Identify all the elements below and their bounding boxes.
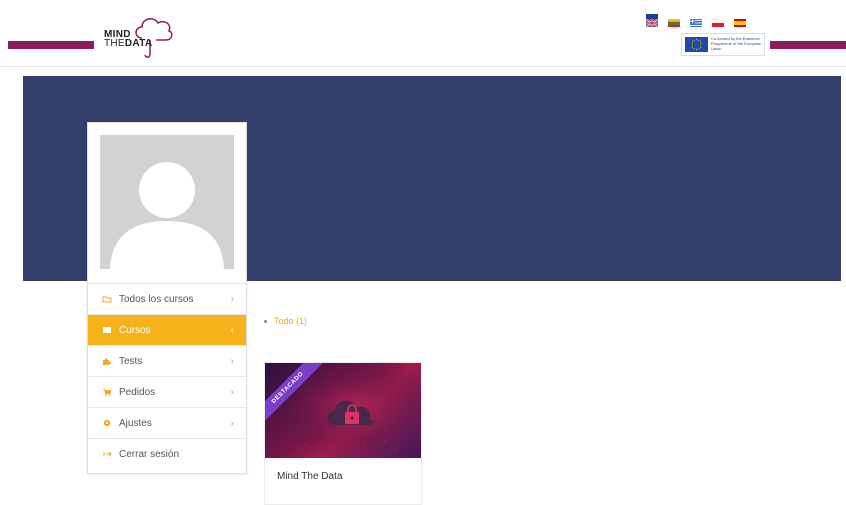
menu-item-label: Ajustes bbox=[119, 417, 152, 429]
header-accent-bar-left bbox=[8, 41, 94, 49]
chevron-right-icon: › bbox=[230, 294, 234, 305]
book-icon bbox=[102, 325, 112, 335]
eu-funding-text: Co-funded by the Erasmus+ Programme of t… bbox=[711, 36, 762, 51]
logo-text-data: DATA bbox=[124, 38, 153, 49]
flag-greece-icon[interactable] bbox=[690, 14, 702, 27]
menu-item-todos-los-cursos[interactable]: Todos los cursos › bbox=[88, 283, 246, 314]
eu-flag-icon bbox=[685, 37, 708, 52]
filter-all-link[interactable]: Todo (1) bbox=[274, 316, 307, 326]
logo-text-the: THE bbox=[104, 38, 125, 49]
menu-item-tests[interactable]: Tests › bbox=[88, 345, 246, 376]
course-filter: Todo (1) bbox=[264, 316, 307, 326]
profile-sidebar: Todos los cursos › Cursos ‹ Tests › Pedi… bbox=[87, 122, 247, 474]
chevron-left-icon: ‹ bbox=[230, 325, 234, 336]
folder-icon bbox=[102, 294, 112, 304]
language-flags bbox=[645, 14, 746, 28]
flag-spain-icon[interactable] bbox=[734, 14, 746, 27]
eu-funding-badge: Co-funded by the Erasmus+ Programme of t… bbox=[681, 33, 765, 56]
bullet-icon bbox=[264, 320, 267, 324]
flag-lithuania-icon[interactable] bbox=[668, 14, 680, 27]
profile-menu: Todos los cursos › Cursos ‹ Tests › Pedi… bbox=[88, 283, 246, 469]
course-title[interactable]: Mind The Data bbox=[277, 471, 342, 482]
menu-item-pedidos[interactable]: Pedidos › bbox=[88, 376, 246, 407]
course-thumbnail[interactable]: DESTACADO bbox=[265, 363, 421, 458]
course-card[interactable]: DESTACADO Mind The Data bbox=[264, 362, 422, 505]
flag-poland-icon[interactable] bbox=[712, 14, 724, 27]
menu-item-label: Todos los cursos bbox=[119, 293, 194, 305]
header-accent-bar-right bbox=[770, 41, 846, 49]
menu-item-cursos[interactable]: Cursos ‹ bbox=[88, 314, 246, 345]
flag-uk-icon[interactable] bbox=[645, 14, 659, 28]
logo-text-thedata: THEDATA bbox=[104, 39, 152, 49]
chevron-right-icon: › bbox=[230, 387, 234, 398]
menu-item-label: Tests bbox=[119, 355, 143, 367]
menu-item-label: Pedidos bbox=[119, 386, 156, 398]
menu-item-ajustes[interactable]: Ajustes › bbox=[88, 407, 246, 438]
cart-icon bbox=[102, 387, 112, 397]
puzzle-icon bbox=[102, 356, 112, 366]
menu-item-label: Cursos bbox=[119, 324, 151, 336]
site-header: MIND THEDATA Co-funded by the Erasmus+ P… bbox=[0, 0, 846, 67]
menu-item-label: Cerrar sesión bbox=[119, 448, 180, 460]
chevron-right-icon: › bbox=[230, 356, 234, 367]
chevron-right-icon: › bbox=[230, 418, 234, 429]
avatar[interactable] bbox=[100, 135, 234, 269]
user-placeholder-icon bbox=[100, 135, 234, 269]
gear-icon bbox=[102, 418, 112, 428]
menu-item-cerrar-sesion[interactable]: Cerrar sesión bbox=[88, 438, 246, 469]
logout-icon bbox=[102, 449, 112, 459]
